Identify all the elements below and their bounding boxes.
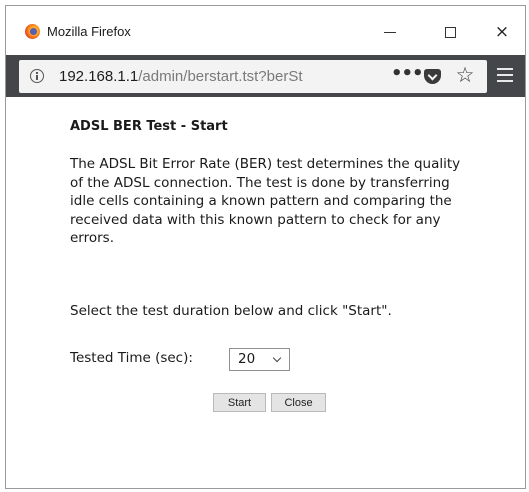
window-title: Mozilla Firefox — [47, 24, 131, 39]
bookmark-star-icon[interactable]: ☆ — [453, 62, 477, 88]
tested-time-label: Tested Time (sec): — [70, 350, 193, 366]
firefox-logo-icon — [25, 24, 40, 39]
minimize-icon — [384, 31, 396, 33]
browser-window: Mozilla Firefox × 192.168.1.1/admin/bers… — [5, 5, 526, 489]
close-button[interactable]: Close — [271, 393, 326, 412]
window-close-button[interactable]: × — [485, 18, 519, 46]
title-bar: Mozilla Firefox × — [6, 6, 525, 55]
page-content: ADSL BER Test - Start The ADSL Bit Error… — [6, 97, 525, 488]
site-info-icon[interactable] — [30, 69, 44, 83]
url-host: 192.168.1.1 — [59, 68, 139, 85]
instruction-text: Select the test duration below and click… — [70, 303, 392, 319]
page-actions-icon[interactable]: ••• — [391, 64, 424, 88]
menu-icon[interactable] — [497, 68, 513, 82]
pocket-icon[interactable] — [424, 69, 441, 84]
test-description: The ADSL Bit Error Rate (BER) test deter… — [70, 156, 461, 246]
maximize-button[interactable] — [433, 18, 467, 46]
start-button[interactable]: Start — [213, 393, 266, 412]
maximize-icon — [444, 26, 456, 38]
navigation-toolbar: 192.168.1.1/admin/berstart.tst?berSt •••… — [6, 55, 525, 97]
url-path: /admin/berstart.tst?berSt — [138, 68, 303, 85]
minimize-button[interactable] — [373, 18, 407, 46]
url-bar[interactable]: 192.168.1.1/admin/berstart.tst?berSt •••… — [19, 60, 487, 93]
tested-time-select[interactable]: 20 — [229, 348, 290, 371]
page-title: ADSL BER Test - Start — [70, 119, 228, 134]
tested-time-value: 20 — [238, 351, 256, 367]
url-text[interactable]: 192.168.1.1/admin/berstart.tst?berSt — [59, 68, 359, 85]
chevron-down-icon — [272, 353, 282, 363]
